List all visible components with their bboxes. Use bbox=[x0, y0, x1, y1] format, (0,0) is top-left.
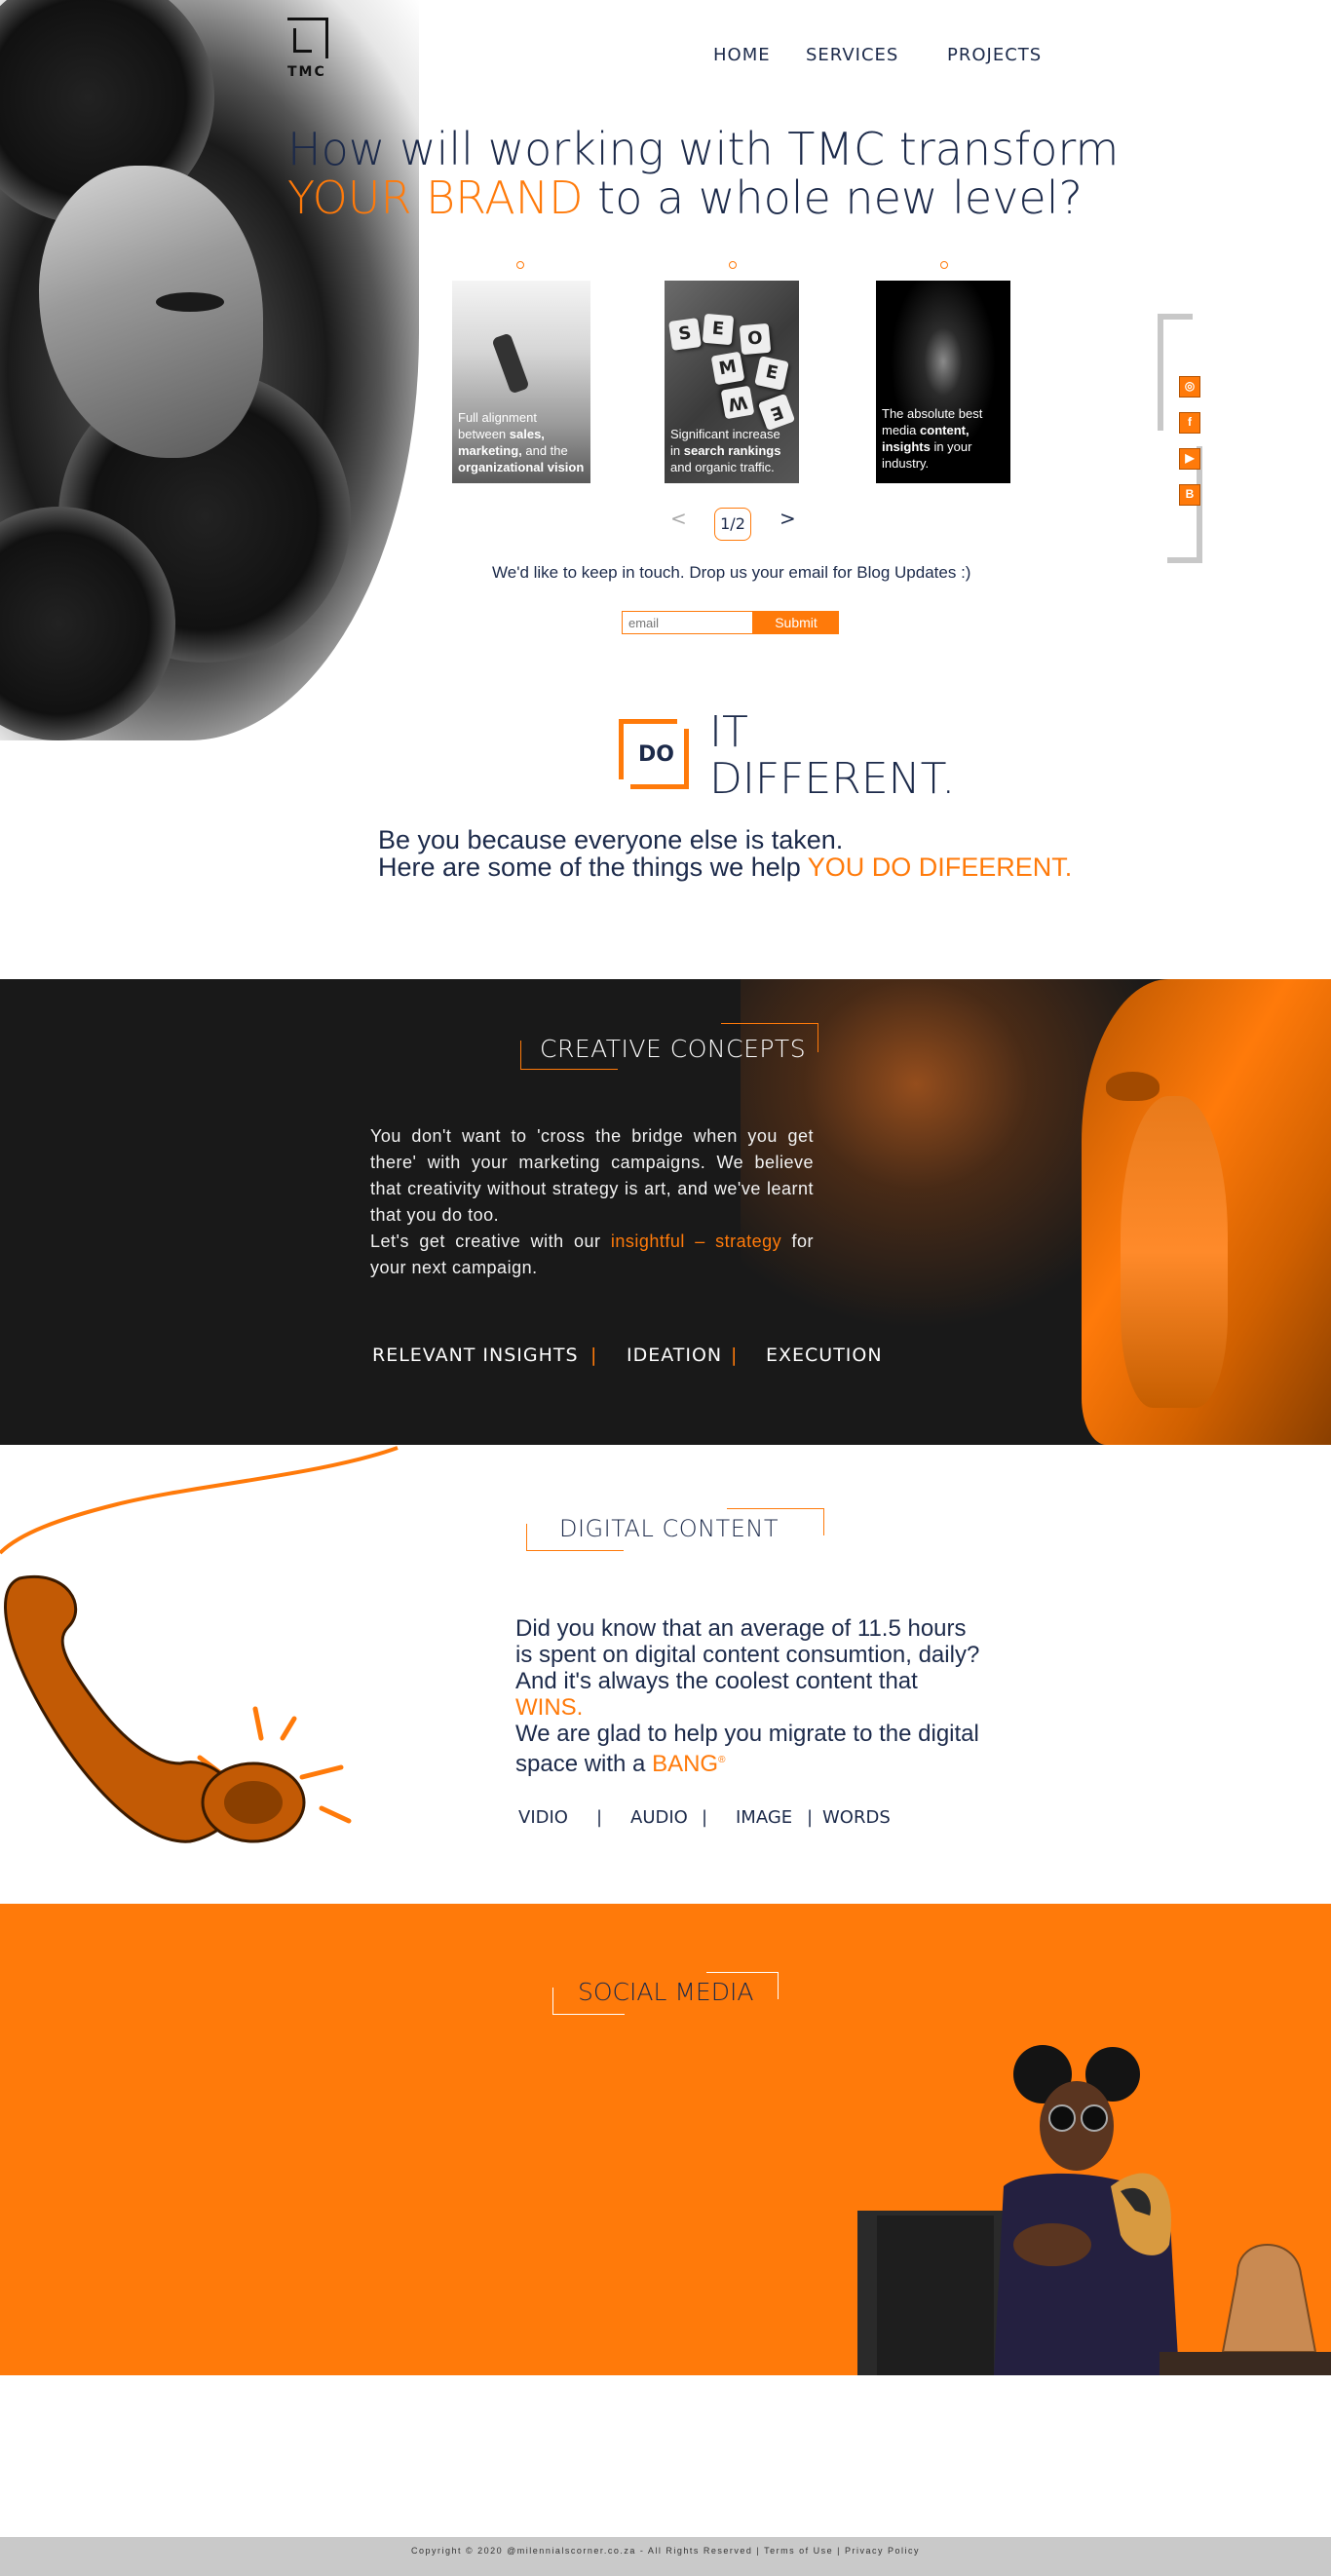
footer: Copyright © 2020 @milennialscorner.co.za… bbox=[0, 2537, 1331, 2576]
do-it-badge: DO bbox=[619, 719, 689, 789]
digital-wins: WINS. bbox=[515, 1694, 584, 1721]
service-card-alignment[interactable]: Full alignment between sales, marketing,… bbox=[452, 261, 590, 483]
card-text: Significant increase in search rankings … bbox=[670, 427, 781, 474]
tag-vidio: VIDIO bbox=[518, 1807, 568, 1828]
footer-separator: | bbox=[837, 2546, 841, 2556]
telephone-handset-image bbox=[4, 1575, 306, 1843]
woman-portrait-image bbox=[857, 2045, 1331, 2375]
creative-concepts-title: CREATIVE CONCEPTS bbox=[540, 1035, 807, 1063]
digital-body-p1: Did you know that an average of 11.5 hou… bbox=[515, 1615, 980, 1694]
pillar-separator: | bbox=[731, 1345, 739, 1366]
registered-mark: ® bbox=[718, 1755, 726, 1765]
do-badge-text: DO bbox=[638, 742, 674, 767]
hero-title-line1: How will working with TMC transform bbox=[287, 123, 1120, 175]
pillar-relevant-insights: RELEVANT INSIGHTS bbox=[372, 1345, 579, 1366]
tag-separator: | bbox=[807, 1807, 814, 1828]
hero-title-highlight: YOUR BRAND bbox=[287, 171, 584, 224]
tag-audio: AUDIO bbox=[630, 1807, 688, 1828]
different-text: DIFFERENT. bbox=[709, 754, 956, 804]
tagline-line2: Here are some of the things we help bbox=[378, 852, 808, 882]
tag-words: WORDS bbox=[822, 1807, 891, 1828]
hero-portrait-image bbox=[0, 0, 419, 740]
carousel-prev-button[interactable]: < bbox=[670, 507, 687, 530]
tag-separator: | bbox=[702, 1807, 708, 1828]
service-card-seo[interactable]: S E O E M W E Significant increase in se… bbox=[665, 261, 799, 483]
creative-body-p1: You don't want to 'cross the bridge when… bbox=[370, 1126, 814, 1225]
logo-mark-icon bbox=[287, 18, 328, 58]
do-it-different-heading: IT DIFFERENT. bbox=[709, 709, 955, 803]
hand-image bbox=[1121, 1096, 1228, 1408]
digital-bang: BANG bbox=[652, 1751, 719, 1777]
social-sidebar: ◎ f ▶ B bbox=[1158, 314, 1214, 563]
terms-of-use-link[interactable]: Terms of Use bbox=[764, 2546, 833, 2556]
it-text: IT bbox=[709, 707, 748, 757]
blogger-icon[interactable]: B bbox=[1179, 484, 1200, 506]
digital-content-title: DIGITAL CONTENT bbox=[559, 1515, 779, 1542]
tag-image: IMAGE bbox=[736, 1807, 793, 1828]
card-text: Full alignment between sales, marketing,… bbox=[458, 410, 585, 474]
carousel-next-button[interactable]: > bbox=[780, 507, 796, 530]
facebook-icon[interactable]: f bbox=[1179, 412, 1200, 434]
youtube-icon[interactable]: ▶ bbox=[1179, 448, 1200, 470]
tagline: Be you because everyone else is taken. H… bbox=[378, 826, 1072, 881]
card-indicator-dot bbox=[729, 261, 737, 269]
footer-separator: | bbox=[756, 2546, 761, 2556]
card-indicator-dot bbox=[940, 261, 948, 269]
nav-projects[interactable]: PROJECTS bbox=[947, 45, 1042, 65]
card-text: The absolute best media content, insight… bbox=[882, 406, 983, 471]
pillar-ideation: IDEATION bbox=[627, 1345, 723, 1366]
nav-home[interactable]: HOME bbox=[713, 45, 771, 65]
card-indicator-dot bbox=[516, 261, 524, 269]
logo-text: TMC bbox=[287, 64, 326, 80]
submit-button[interactable]: Submit bbox=[753, 611, 839, 634]
tmc-logo[interactable]: TMC bbox=[287, 18, 346, 86]
social-media-title: SOCIAL MEDIA bbox=[578, 1978, 754, 2006]
privacy-policy-link[interactable]: Privacy Policy bbox=[845, 2546, 920, 2556]
tagline-line1: Be you because everyone else is taken. bbox=[378, 825, 844, 854]
newsletter-prompt: We'd like to keep in touch. Drop us your… bbox=[492, 563, 971, 582]
footer-copyright: Copyright © 2020 @milennialscorner.co.za… bbox=[411, 2546, 753, 2556]
creative-body: You don't want to 'cross the bridge when… bbox=[370, 1123, 814, 1281]
digital-body-p2: We are glad to help you migrate to the d… bbox=[515, 1721, 979, 1777]
instagram-icon[interactable]: ◎ bbox=[1179, 376, 1200, 398]
creative-highlight: insightful – strategy bbox=[610, 1231, 782, 1251]
service-card-content[interactable]: The absolute best media content, insight… bbox=[876, 261, 1010, 483]
tagline-highlight: YOU DO DIFEERENT. bbox=[807, 852, 1073, 882]
email-input[interactable] bbox=[622, 611, 753, 634]
carousel-page-indicator: 1/2 bbox=[714, 508, 751, 541]
nav-services[interactable]: SERVICES bbox=[806, 45, 898, 65]
tag-separator: | bbox=[596, 1807, 603, 1828]
hero-title: How will working with TMC transform YOUR… bbox=[287, 125, 1164, 222]
hero-title-line2: to a whole new level? bbox=[583, 171, 1083, 224]
digital-body: Did you know that an average of 11.5 hou… bbox=[515, 1615, 983, 1777]
pillar-execution: EXECUTION bbox=[766, 1345, 883, 1366]
pillar-separator: | bbox=[590, 1345, 598, 1366]
